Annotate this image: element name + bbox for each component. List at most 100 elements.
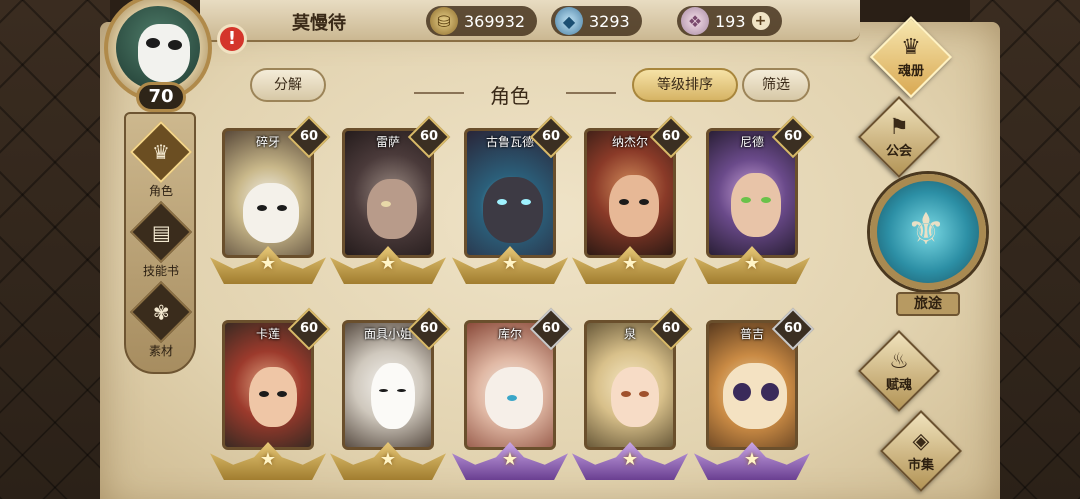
hero-eye	[277, 205, 287, 211]
soulbook-button[interactable]: ♛ 魂册	[868, 15, 954, 99]
hero-eye	[741, 197, 751, 203]
hero-eye	[761, 383, 779, 401]
guild-icon: ⚑	[889, 115, 909, 140]
nav-label-material: 素材	[148, 344, 173, 358]
nav-item-hero[interactable]: ♛ 角色	[129, 120, 193, 202]
hero-eye	[397, 389, 406, 392]
hero-face	[483, 177, 543, 243]
hero-face	[611, 367, 659, 427]
hero-eye	[639, 391, 649, 397]
hero-card-leisa[interactable]: 雷萨 60 ★	[330, 115, 451, 288]
hero-card-guluwade[interactable]: 古鲁瓦德 60 ★	[452, 115, 573, 288]
star-icon: ★	[621, 449, 639, 470]
crystal-icon: ◆	[555, 7, 583, 35]
journey-emblem-icon: ⚜	[906, 204, 946, 255]
top-bar: 莫慢待 ⛁ 369932 ◆ 3293 ❖ 193 +	[200, 0, 860, 42]
hero-level: 60	[783, 321, 803, 336]
star-icon: ★	[501, 253, 519, 274]
avatar-portrait	[116, 6, 200, 90]
hero-eye	[381, 201, 391, 207]
hero-level: 60	[419, 129, 439, 144]
filter-button[interactable]: 筛选	[742, 68, 810, 102]
crystal-value: 3293	[589, 11, 630, 31]
gold-value: 369932	[464, 11, 526, 31]
hero-eye	[507, 395, 517, 401]
soulbook-label: 魂册	[897, 64, 924, 79]
player-name: 莫慢待	[292, 13, 346, 34]
hero-level: 60	[541, 129, 561, 144]
hero-face	[371, 363, 415, 429]
section-title: 角色	[490, 84, 530, 108]
hero-eye	[259, 391, 269, 397]
hero-card-mask-lady[interactable]: 面具小姐 60 ★	[330, 307, 451, 480]
hero-icon: ♛	[129, 120, 193, 184]
hero-face	[731, 173, 781, 237]
title-ornament-right	[566, 92, 616, 94]
background-left	[0, 0, 110, 499]
market-gem-icon: ◈	[912, 429, 930, 454]
left-nav: ♛ 角色 ▤ 技能书 ✾ 素材	[124, 112, 196, 374]
star-icon: ★	[501, 449, 519, 470]
add-gem-button[interactable]: +	[751, 12, 770, 30]
star-icon: ★	[379, 449, 397, 470]
star-icon: ★	[743, 449, 761, 470]
hero-eye	[257, 205, 267, 211]
star-icon: ★	[259, 253, 277, 274]
hero-eye	[621, 391, 631, 397]
journey-button[interactable]: ⚜ 旅途	[866, 170, 990, 320]
hero-eye	[521, 199, 531, 205]
nav-item-material[interactable]: ✾ 素材	[129, 280, 193, 362]
star-icon: ★	[259, 449, 277, 470]
split-button[interactable]: 分解	[250, 68, 326, 102]
avatar-eye-right	[168, 40, 182, 50]
soul-infuse-label: 赋魂	[885, 378, 912, 393]
hero-eye	[379, 389, 388, 392]
journey-label: 旅途	[896, 292, 960, 316]
player-level-badge: 70	[136, 82, 186, 112]
hero-level: 60	[299, 129, 319, 144]
hero-card-kalian[interactable]: 卡莲 60 ★	[210, 307, 331, 480]
skillbook-icon: ▤	[129, 200, 193, 264]
alert-badge[interactable]: !	[217, 24, 247, 54]
avatar-face	[138, 24, 190, 82]
hero-level: 60	[299, 321, 319, 336]
hero-card-kuer[interactable]: 库尔 60 ★	[452, 307, 573, 480]
nav-label-hero: 角色	[148, 184, 173, 198]
market-label: 市集	[907, 458, 934, 473]
crystal-counter[interactable]: ◆ 3293	[551, 6, 642, 36]
nav-item-skillbook[interactable]: ▤ 技能书	[129, 200, 193, 282]
hero-card-nide[interactable]: 尼德 60 ★	[694, 115, 815, 288]
hero-level: 60	[541, 321, 561, 336]
title-ornament-left	[414, 92, 464, 94]
avatar-eye-left	[146, 38, 160, 48]
hero-level: 60	[661, 129, 681, 144]
hero-card-najieer[interactable]: 纳杰尔 60 ★	[572, 115, 693, 288]
hero-eye	[761, 197, 771, 203]
soulbook-icon: ♛	[901, 35, 921, 60]
star-icon: ★	[379, 253, 397, 274]
gem-icon: ❖	[681, 7, 709, 35]
material-icon: ✾	[129, 280, 193, 344]
soul-flame-icon: ♨	[889, 349, 909, 374]
hero-face	[609, 175, 659, 237]
hero-face	[367, 179, 417, 239]
gold-counter[interactable]: ⛁ 369932	[426, 6, 538, 36]
hero-eye	[619, 199, 629, 205]
hero-level: 60	[783, 129, 803, 144]
hero-eye	[733, 383, 751, 401]
hero-eye	[277, 391, 287, 397]
soul-infuse-button[interactable]: ♨ 赋魂	[856, 329, 942, 413]
hero-card-suiya[interactable]: 碎牙 60 ★	[210, 115, 331, 288]
hero-eye	[639, 199, 649, 205]
market-button[interactable]: ◈ 市集	[878, 409, 964, 493]
gold-coin-icon: ⛁	[430, 7, 458, 35]
hero-face	[249, 367, 297, 427]
hero-card-puji[interactable]: 普吉 60 ★	[694, 307, 815, 480]
sort-by-level-button[interactable]: 等级排序	[632, 68, 738, 102]
gem-counter[interactable]: ❖ 193 +	[677, 6, 782, 36]
hero-card-quan[interactable]: 泉 60 ★	[572, 307, 693, 480]
guild-button[interactable]: ⚑ 公会	[856, 95, 942, 179]
hero-level: 60	[419, 321, 439, 336]
star-icon: ★	[621, 253, 639, 274]
nav-label-skillbook: 技能书	[142, 264, 179, 278]
